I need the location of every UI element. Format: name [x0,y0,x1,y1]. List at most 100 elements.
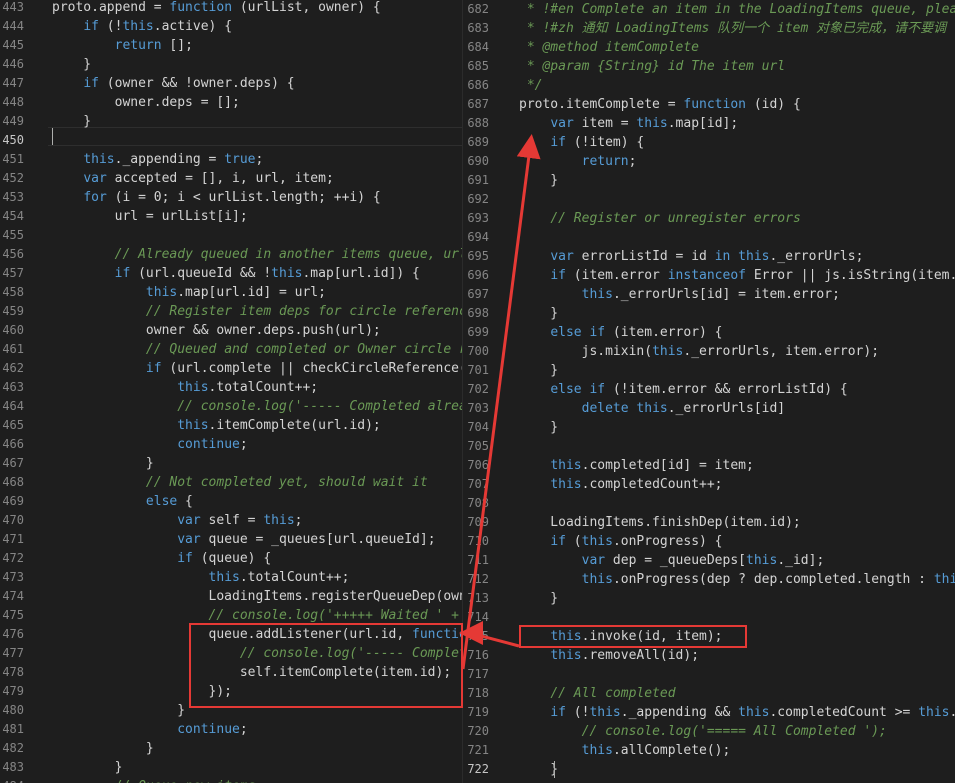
code-line[interactable]: } [52,112,91,131]
code-line[interactable]: this.totalCount++; [52,568,350,587]
code-line[interactable]: if (item.error instanceof Error || js.is… [519,266,955,285]
code-line[interactable]: // console.log('+++++ Waited ' + ( [52,606,463,625]
code-line[interactable]: // console.log('===== All Completed '); [519,722,887,741]
code-line[interactable]: if (url.queueId && !this.map[url.id]) { [52,264,420,283]
code-line[interactable]: var dep = _queueDeps[this._id]; [519,551,825,570]
code-token: ._id]; [777,553,825,568]
code-line[interactable]: queue.addListener(url.id, functio [52,625,463,644]
line-number: 452 [2,171,24,185]
code-line[interactable]: for (i = 0; i < urlList.length; ++i) { [52,188,380,207]
code-token: } [52,456,154,471]
code-line[interactable]: // Queue new items [52,777,256,783]
code-line[interactable]: this.completedCount++; [519,475,722,494]
code-line[interactable]: } [519,760,558,779]
code-line[interactable]: owner && owner.deps.push(url); [52,321,381,340]
code-line[interactable]: else if (item.error) { [519,323,722,342]
code-line[interactable]: * @method itemComplete [519,38,699,57]
code-line[interactable]: if (this.onProgress) { [519,532,722,551]
code-line[interactable]: else { [52,492,193,511]
code-line[interactable]: } [52,758,123,777]
code-line[interactable]: if (owner && !owner.deps) { [52,74,294,93]
code-line[interactable]: delete this._errorUrls[id] [519,399,786,418]
line-number: 467 [2,456,24,470]
code-line[interactable]: else if (!item.error && errorListId) { [519,380,847,399]
editor-pane-right[interactable]: 682 * !#en Complete an item in the Loadi… [463,0,955,783]
code-line[interactable]: this.totalCount++; [52,378,318,397]
code-line[interactable]: // Not completed yet, should wait it [52,473,428,492]
code-line[interactable]: } [52,739,154,758]
line-number: 450 [2,133,24,147]
code-line[interactable]: } [52,701,185,720]
code-line[interactable]: this.removeAll(id); [519,646,699,665]
code-line[interactable]: this.onProgress(dep ? dep.completed.leng… [519,570,955,589]
code-line[interactable]: if (!this.active) { [52,17,232,36]
line-number: 458 [2,285,24,299]
code-line[interactable]: proto.itemComplete = function (id) { [519,95,801,114]
code-line[interactable]: */ [519,76,543,95]
line-number: 709 [467,515,489,529]
code-line[interactable]: this.invoke(id, item); [519,627,722,646]
code-line[interactable]: // Queued and completed or Owner circle … [52,340,463,359]
code-token: .completedCount >= [769,705,919,720]
code-line[interactable]: * @param {String} id The item url [519,57,785,76]
code-line[interactable]: } [519,418,558,437]
code-token: // Queue new items [115,779,256,783]
code-line[interactable]: } [52,454,154,473]
code-line[interactable]: LoadingItems.registerQueueDep(owne [52,587,463,606]
code-line[interactable]: continue; [52,720,247,739]
code-line[interactable]: this.itemComplete(url.id); [52,416,381,435]
code-line[interactable]: if (!item) { [519,133,644,152]
code-token: Error || js.isString(item.e [746,268,955,283]
code-line[interactable]: } [519,304,558,323]
code-line[interactable]: continue; [52,435,247,454]
code-line[interactable]: } [519,589,558,608]
code-line[interactable]: // console.log('----- Completed alread [52,397,463,416]
code-line[interactable]: * !#zh 通知 LoadingItems 队列一个 item 对象已完成，请… [519,19,946,38]
code-line[interactable]: return []; [52,36,193,55]
code-line[interactable]: this._appending = true; [52,150,263,169]
code-line[interactable]: if (queue) { [52,549,271,568]
code-line[interactable]: // Register item deps for circle referen… [52,302,463,321]
code-line[interactable]: } [519,171,558,190]
code-line[interactable]: LoadingItems.finishDep(item.id); [519,513,800,532]
code-line[interactable]: } [52,55,91,74]
code-line[interactable]: js.mixin(this._errorUrls, item.error); [519,342,879,361]
code-line[interactable]: if (!this._appending && this.completedCo… [519,703,955,722]
code-line[interactable]: var accepted = [], i, url, item; [52,169,333,188]
code-line[interactable]: // console.log('----- Complet [52,644,463,663]
code-line[interactable]: return; [519,152,637,171]
code-line[interactable]: var errorListId = id in this._errorUrls; [519,247,863,266]
code-line[interactable]: self.itemComplete(item.id); [52,663,451,682]
code-line[interactable]: // All completed [519,684,675,703]
code-line[interactable]: this.map[url.id] = url; [52,283,326,302]
code-line[interactable]: this._errorUrls[id] = item.error; [519,285,840,304]
code-line[interactable]: proto.append = function (urlList, owner)… [52,0,381,17]
code-line[interactable]: }); [52,682,232,701]
code-token: for [83,190,107,205]
code-line[interactable]: this.allComplete(); [519,741,731,760]
code-line[interactable]: if (url.complete || checkCircleReference… [52,359,463,378]
code-line[interactable]: * !#en Complete an item in the LoadingIt… [519,0,955,19]
code-token: ; [628,154,637,169]
code-line[interactable]: owner.deps = []; [52,93,240,112]
code-token: ._errorUrls, item.error); [683,344,880,359]
code-line[interactable]: // Already queued in another items queue… [52,245,463,264]
code-line[interactable]: // Register or unregister errors [519,209,800,228]
editor-pane-left[interactable]: 443 proto.append = function (urlList, own… [0,0,463,783]
code-line[interactable]: var queue = _queues[url.queueId]; [52,530,435,549]
code-line[interactable]: this.completed[id] = item; [519,456,754,475]
code-token: } [519,173,559,188]
current-line-highlight [48,127,463,146]
code-line[interactable]: var self = this; [52,511,302,530]
code-token: this [581,743,613,758]
code-line[interactable]: url = urlList[i]; [52,207,248,226]
line-number: 465 [2,418,24,432]
code-line[interactable]: } [519,361,558,380]
code-line[interactable]: var item = this.map[id]; [519,114,738,133]
